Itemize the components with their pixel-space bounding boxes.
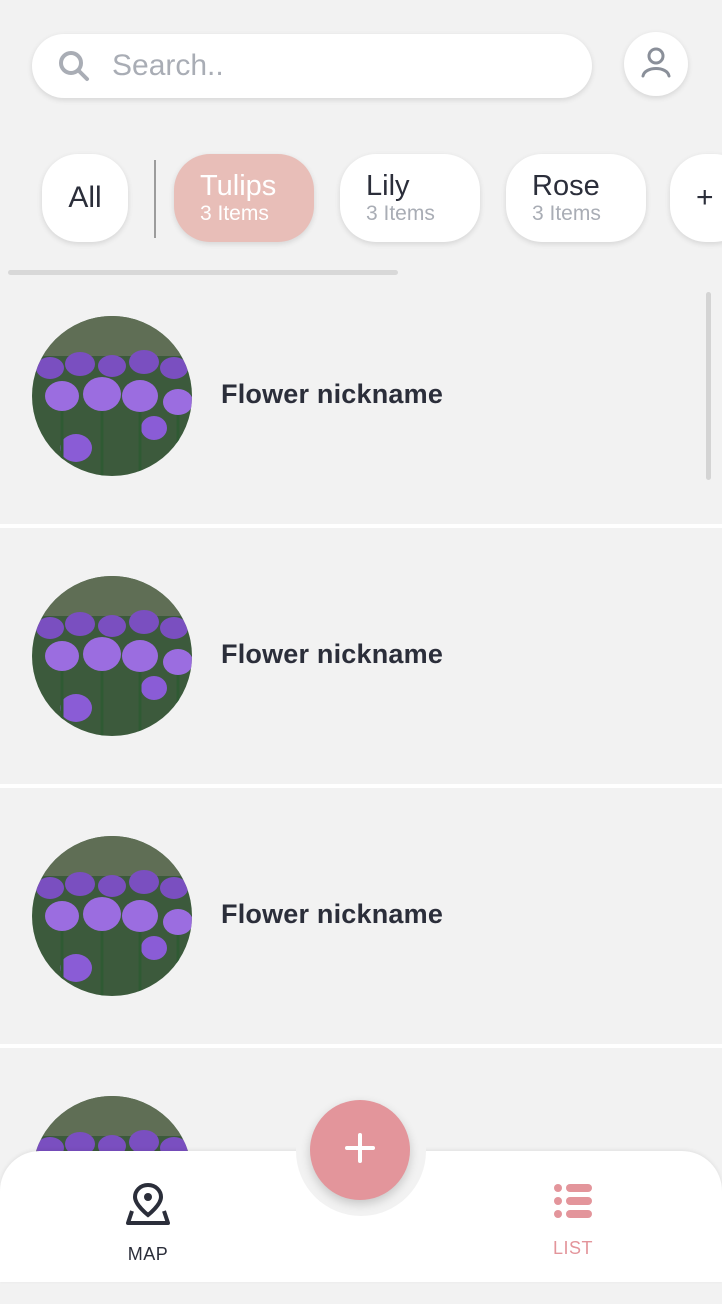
flower-nickname: Flower nickname bbox=[221, 899, 444, 929]
flower-thumbnail bbox=[32, 836, 192, 996]
search-icon bbox=[56, 48, 92, 84]
search-input[interactable] bbox=[110, 48, 534, 84]
plus-icon bbox=[344, 1132, 376, 1169]
add-category-button[interactable]: + bbox=[670, 154, 722, 242]
list-item[interactable]: Flower nickname bbox=[0, 546, 722, 788]
nav-list-label: LIST bbox=[552, 1238, 593, 1258]
chip-tulips[interactable]: Tulips 3 Items bbox=[174, 154, 314, 242]
horizontal-scrollbar[interactable] bbox=[8, 270, 398, 275]
chip-divider bbox=[154, 160, 156, 238]
user-icon bbox=[638, 44, 674, 85]
nav-map-label: MAP bbox=[127, 1244, 169, 1264]
chip-rose[interactable]: Rose 3 Items bbox=[506, 154, 646, 242]
flower-thumbnail bbox=[32, 576, 192, 736]
chip-name: Lily bbox=[366, 170, 410, 202]
chip-lily[interactable]: Lily 3 Items bbox=[340, 154, 480, 242]
chip-name: Rose bbox=[532, 170, 600, 202]
list-item[interactable]: Flower nickname bbox=[0, 806, 722, 1048]
flower-nickname: Flower nickname bbox=[221, 379, 444, 409]
chip-all-label: All bbox=[68, 181, 102, 214]
profile-button[interactable] bbox=[624, 32, 688, 96]
list-icon bbox=[553, 1181, 593, 1226]
add-flower-button[interactable] bbox=[310, 1100, 410, 1200]
map-pin-icon bbox=[124, 1181, 172, 1232]
chip-count: 3 Items bbox=[366, 202, 435, 225]
vertical-scrollbar[interactable] bbox=[706, 292, 711, 480]
nav-list[interactable]: LIST bbox=[537, 1181, 609, 1259]
flower-nickname: Flower nickname bbox=[221, 639, 444, 669]
chip-name: Tulips bbox=[200, 170, 277, 202]
nav-map[interactable]: MAP bbox=[112, 1181, 184, 1265]
chip-count: 3 Items bbox=[200, 202, 269, 225]
add-category-label: + bbox=[696, 181, 714, 214]
chip-count: 3 Items bbox=[532, 202, 601, 225]
chip-all[interactable]: All bbox=[42, 154, 128, 242]
list-item[interactable]: Flower nickname bbox=[0, 286, 722, 528]
category-filter: All Tulips 3 Items Lily 3 Items Rose 3 I… bbox=[0, 154, 722, 242]
flower-thumbnail bbox=[32, 316, 192, 476]
search-bar[interactable] bbox=[32, 34, 592, 98]
